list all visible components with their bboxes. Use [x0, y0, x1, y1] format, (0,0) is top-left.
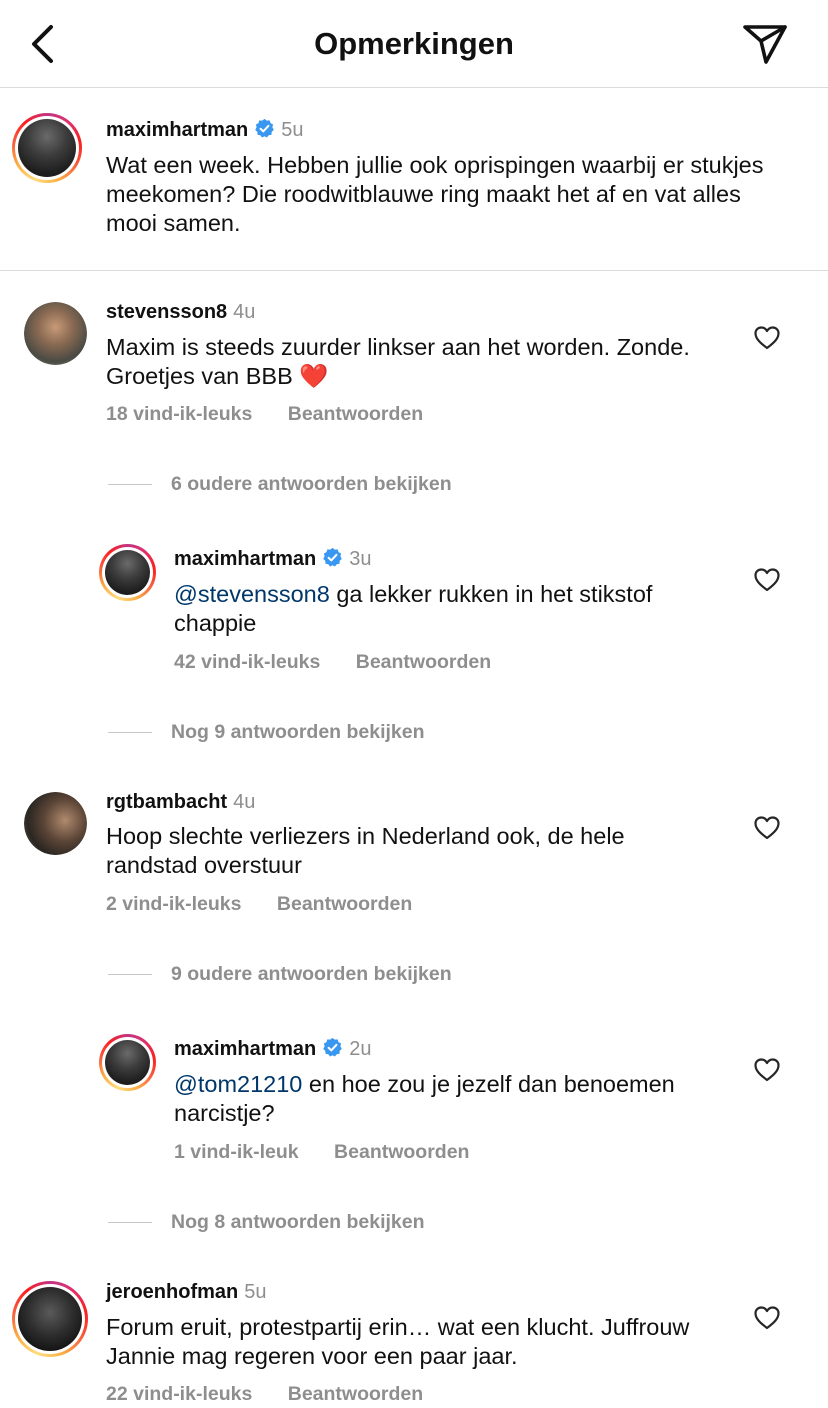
thread-divider: [108, 1222, 152, 1223]
heart-outline-icon[interactable]: [754, 1058, 780, 1082]
view-older-replies-label: 6 oudere antwoorden bekijken: [171, 473, 452, 495]
comment-time: 4u: [233, 301, 256, 323]
view-more-replies-label: Nog 8 antwoorden bekijken: [171, 1211, 425, 1233]
view-more-replies-link[interactable]: Nog 8 antwoorden bekijken: [108, 1211, 425, 1234]
reply-time: 2u: [349, 1038, 372, 1060]
caption-time: 5u: [281, 119, 304, 141]
avatar[interactable]: [12, 1281, 88, 1357]
reply-button[interactable]: Beantwoorden: [288, 1383, 423, 1405]
like-count[interactable]: 18 vind-ik-leuks: [106, 403, 252, 425]
avatar[interactable]: [99, 1034, 156, 1091]
reply-time: 3u: [349, 548, 372, 570]
thread-divider: [108, 732, 152, 733]
comment-text: Maxim is steeds zuurder linkser aan het …: [106, 334, 690, 389]
reply-actions: 42 vind-ik-leuks Beantwoorden: [174, 651, 491, 674]
comment-actions: 22 vind-ik-leuks Beantwoorden: [106, 1383, 423, 1406]
reply-username[interactable]: maximhartman: [174, 548, 316, 570]
avatar[interactable]: [12, 113, 82, 183]
avatar[interactable]: [24, 302, 87, 365]
reply-text: @tom21210 en hoe zou je jezelf dan benoe…: [174, 1070, 734, 1128]
heart-outline-icon[interactable]: [754, 1306, 780, 1330]
view-older-replies-link[interactable]: 9 oudere antwoorden bekijken: [108, 963, 452, 986]
verified-badge-icon: [254, 118, 275, 144]
caption-username[interactable]: maximhartman: [106, 119, 248, 141]
reply-header: maximhartman 2u: [174, 1037, 372, 1063]
like-count[interactable]: 1 vind-ik-leuk: [174, 1141, 299, 1163]
comment-username[interactable]: stevensson8: [106, 301, 227, 323]
reply-button[interactable]: Beantwoorden: [356, 651, 491, 673]
comment-time: 4u: [233, 791, 256, 813]
like-count[interactable]: 22 vind-ik-leuks: [106, 1383, 252, 1405]
page-title: Opmerkingen: [314, 26, 514, 61]
share-button[interactable]: [740, 20, 790, 68]
like-count[interactable]: 2 vind-ik-leuks: [106, 893, 241, 915]
thread-divider: [108, 484, 152, 485]
header-bar: Opmerkingen: [0, 0, 828, 88]
reply-button[interactable]: Beantwoorden: [277, 893, 412, 915]
verified-badge-icon: [322, 1037, 343, 1063]
thread-divider: [108, 974, 152, 975]
reply-username[interactable]: maximhartman: [174, 1038, 316, 1060]
reply-button[interactable]: Beantwoorden: [334, 1141, 469, 1163]
post-caption: maximhartman 5u Wat een week. Hebben jull…: [0, 89, 828, 271]
heart-outline-icon[interactable]: [754, 568, 780, 592]
paper-plane-icon: [743, 25, 787, 64]
comment-text: Hoop slechte verliezers in Nederland ook…: [106, 823, 625, 878]
view-older-replies-link[interactable]: 6 oudere antwoorden bekijken: [108, 473, 452, 496]
reply-text: @stevensson8 ga lekker rukken in het sti…: [174, 580, 714, 638]
heart-outline-icon[interactable]: [754, 326, 780, 350]
view-older-replies-label: 9 oudere antwoorden bekijken: [171, 963, 452, 985]
mention-link[interactable]: @stevensson8: [174, 581, 330, 607]
caption-text: Wat een week. Hebben jullie ook oprispin…: [106, 152, 764, 236]
mention-link[interactable]: @tom21210: [174, 1071, 302, 1097]
comment-text: Forum eruit, protestpartij erin… wat een…: [106, 1314, 690, 1369]
reply-button[interactable]: Beantwoorden: [288, 403, 423, 425]
view-more-replies-link[interactable]: Nog 9 antwoorden bekijken: [108, 721, 425, 744]
reply-header: maximhartman 3u: [174, 547, 372, 573]
comment-time: 5u: [244, 1281, 267, 1303]
reply-actions: 1 vind-ik-leuk Beantwoorden: [174, 1141, 469, 1164]
avatar[interactable]: [99, 544, 156, 601]
comment-header: stevensson8 4u: [106, 301, 255, 324]
comment-header: jeroenhofman 5u: [106, 1281, 267, 1304]
heart-outline-icon[interactable]: [754, 816, 780, 840]
comment-username[interactable]: rgtbambacht: [106, 791, 227, 813]
like-count[interactable]: 42 vind-ik-leuks: [174, 651, 320, 673]
verified-badge-icon: [322, 547, 343, 573]
comment-header: rgtbambacht 4u: [106, 791, 255, 814]
comment-actions: 2 vind-ik-leuks Beantwoorden: [106, 893, 412, 916]
avatar[interactable]: [24, 792, 87, 855]
comment-username[interactable]: jeroenhofman: [106, 1281, 238, 1303]
comment-actions: 18 vind-ik-leuks Beantwoorden: [106, 403, 423, 426]
caption-header: maximhartman 5u: [106, 118, 304, 144]
view-more-replies-label: Nog 9 antwoorden bekijken: [171, 721, 425, 743]
